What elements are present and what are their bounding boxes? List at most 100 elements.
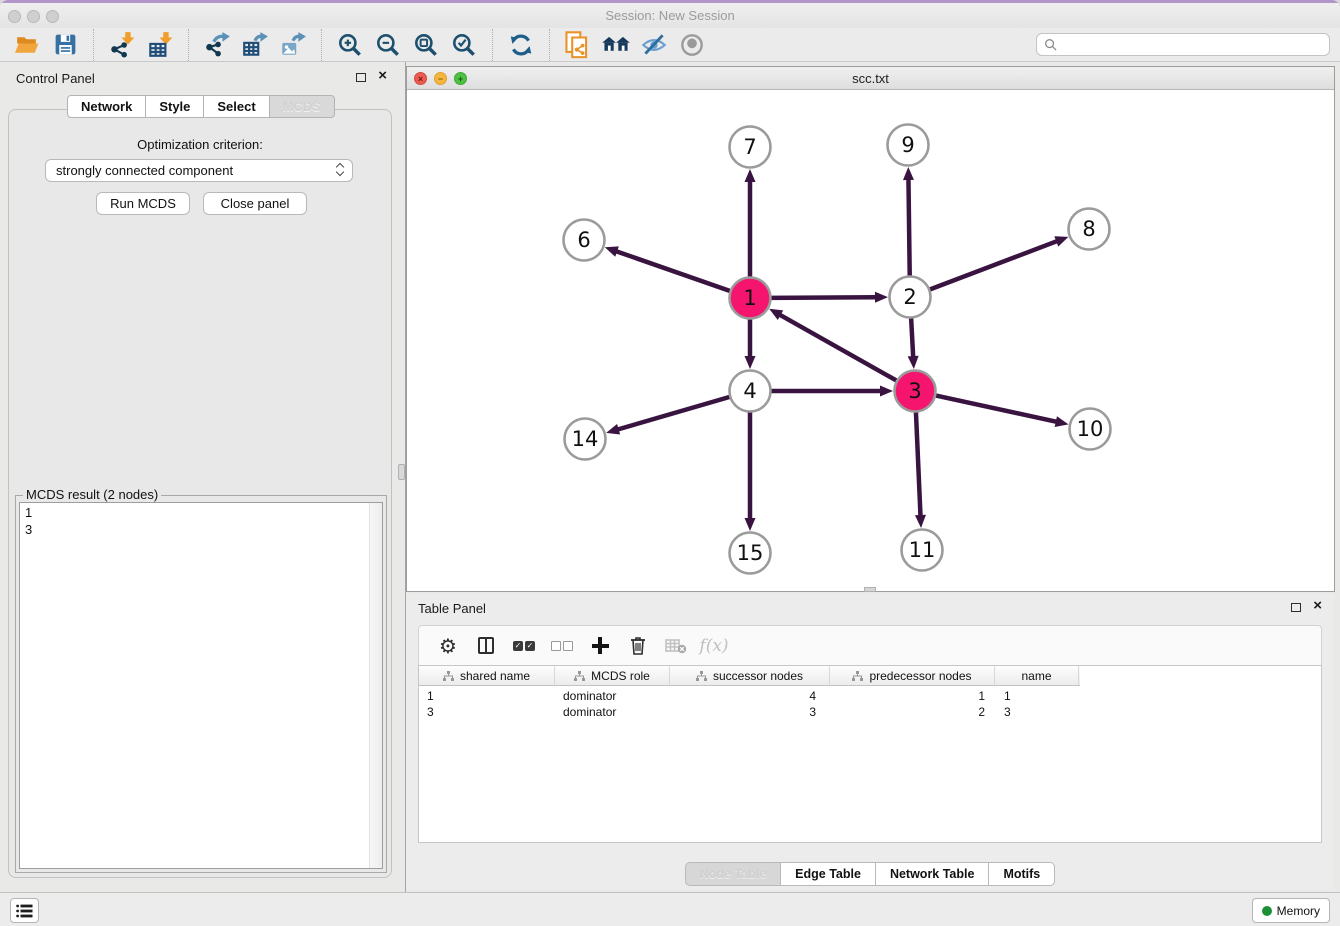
graph-edge-arrowhead [745,169,756,182]
import-table-icon[interactable] [144,30,176,60]
import-network-icon[interactable] [106,30,138,60]
cell-successor-nodes[interactable]: 4 [670,689,830,705]
refresh-network-icon[interactable] [505,30,537,60]
tab-motifs[interactable]: Motifs [988,862,1055,886]
graph-edge-3-11[interactable] [916,412,921,516]
task-history-button[interactable] [10,898,39,923]
search-input[interactable] [1062,38,1329,52]
hide-selected-icon[interactable] [638,30,670,60]
node-table: shared name MCDS role successor nodes pr… [418,665,1322,843]
graph-node-1[interactable]: 1 [730,278,771,319]
export-network-icon[interactable] [201,30,233,60]
delete-rows-icon[interactable] [623,631,653,661]
column-type-icon [443,671,454,681]
tab-node-table[interactable]: Node Table [685,862,781,886]
graph-node-6[interactable]: 6 [564,220,605,261]
show-selected-icon[interactable] [676,30,708,60]
zoom-fit-icon[interactable] [410,30,442,60]
graph-edge-3-1[interactable] [780,315,897,381]
cell-predecessor-nodes[interactable]: 1 [830,689,995,705]
cell-name[interactable]: 3 [995,705,1079,721]
network-window-titlebar[interactable]: × − + scc.txt [407,67,1334,90]
table-settings-gear-icon[interactable]: ⚙ [433,631,463,661]
cell-predecessor-nodes[interactable]: 2 [830,705,995,721]
save-session-icon[interactable] [49,30,81,60]
search-field[interactable] [1036,33,1330,56]
tab-select[interactable]: Select [203,95,269,118]
close-panel-icon[interactable]: × [378,67,387,84]
graph-node-7[interactable]: 7 [730,127,771,168]
cell-successor-nodes[interactable]: 3 [670,705,830,721]
column-header-successor-nodes[interactable]: successor nodes [670,666,830,685]
canvas-resize-handle[interactable] [864,587,876,592]
add-column-icon[interactable] [585,631,615,661]
panel-divider[interactable] [398,62,406,892]
divider-handle-icon[interactable] [398,464,405,480]
table-toolbar: ⚙ ✓✓ f(x) [418,625,1322,665]
export-image-icon[interactable] [277,30,309,60]
graph-edge-2-9[interactable] [908,179,909,276]
graph-edge-1-6[interactable] [616,251,730,291]
criterion-select[interactable]: strongly connected component [45,159,353,182]
graph-node-8[interactable]: 8 [1069,209,1110,250]
cell-mcds-role[interactable]: dominator [555,689,670,705]
table-row[interactable]: 3 dominator 3 2 3 [419,705,1321,721]
column-type-icon [696,671,707,681]
graph-node-9[interactable]: 9 [888,125,929,166]
svg-text:4: 4 [743,379,756,403]
graph-node-11[interactable]: 11 [902,530,943,571]
list-icon [16,904,33,918]
tab-network[interactable]: Network [67,95,146,118]
graph-node-15[interactable]: 15 [730,533,771,574]
open-folder-icon[interactable] [11,30,43,60]
cell-shared-name[interactable]: 3 [419,705,555,721]
tab-network-table[interactable]: Network Table [875,862,990,886]
graph-node-14[interactable]: 14 [565,419,606,460]
show-all-networks-icon[interactable] [600,30,632,60]
graph-node-4[interactable]: 4 [730,371,771,412]
select-all-rows-icon[interactable]: ✓✓ [509,631,539,661]
column-header-name[interactable]: name [995,666,1079,685]
show-columns-icon[interactable] [471,631,501,661]
tab-mcds[interactable]: MCDS [269,95,335,118]
table-row[interactable]: 1 dominator 4 1 1 [419,689,1321,705]
graph-edge-2-8[interactable] [930,241,1057,289]
graph-edge-2-3[interactable] [911,318,913,357]
graph-node-3[interactable]: 3 [895,371,936,412]
graph-edge-arrowhead [745,518,756,531]
cell-mcds-role[interactable]: dominator [555,705,670,721]
graph-edge-4-14[interactable] [618,397,730,429]
run-mcds-button[interactable]: Run MCDS [96,192,190,215]
column-header-shared-name[interactable]: shared name [419,666,555,685]
tab-style[interactable]: Style [145,95,204,118]
float-table-panel-icon[interactable] [1291,603,1301,612]
graph-node-2[interactable]: 2 [890,277,931,318]
result-scrollbar[interactable] [369,503,382,868]
float-panel-icon[interactable] [356,73,366,82]
graph-edge-3-10[interactable] [936,396,1057,422]
network-canvas[interactable]: 7 9 6 8 1 2 4 3 14 10 15 11 [407,90,1334,591]
close-table-panel-icon[interactable]: × [1313,597,1322,614]
toolbar-separator [321,29,322,61]
zoom-out-icon[interactable] [372,30,404,60]
copy-network-document-icon[interactable] [562,30,594,60]
zoom-selected-icon[interactable] [448,30,480,60]
graph-edge-1-2[interactable] [771,297,876,298]
mcds-result-textarea[interactable]: 1 3 [19,502,383,869]
graph-edge-arrowhead [903,167,914,180]
graph-node-10[interactable]: 10 [1070,409,1111,450]
tab-edge-table[interactable]: Edge Table [780,862,876,886]
export-table-icon[interactable] [239,30,271,60]
graph-edge-arrowhead [908,356,919,369]
cell-shared-name[interactable]: 1 [419,689,555,705]
memory-button[interactable]: Memory [1252,898,1330,923]
column-header-mcds-role[interactable]: MCDS role [555,666,670,685]
graph-edge-arrowhead [1054,236,1068,246]
cell-name[interactable]: 1 [995,689,1079,705]
network-graph[interactable]: 7 9 6 8 1 2 4 3 14 10 15 11 [407,90,1334,591]
zoom-in-icon[interactable] [334,30,366,60]
column-header-predecessor-nodes[interactable]: predecessor nodes [830,666,995,685]
close-panel-button[interactable]: Close panel [203,192,307,215]
deselect-all-rows-icon[interactable] [547,631,577,661]
graph-edge-arrowhead [880,386,893,397]
